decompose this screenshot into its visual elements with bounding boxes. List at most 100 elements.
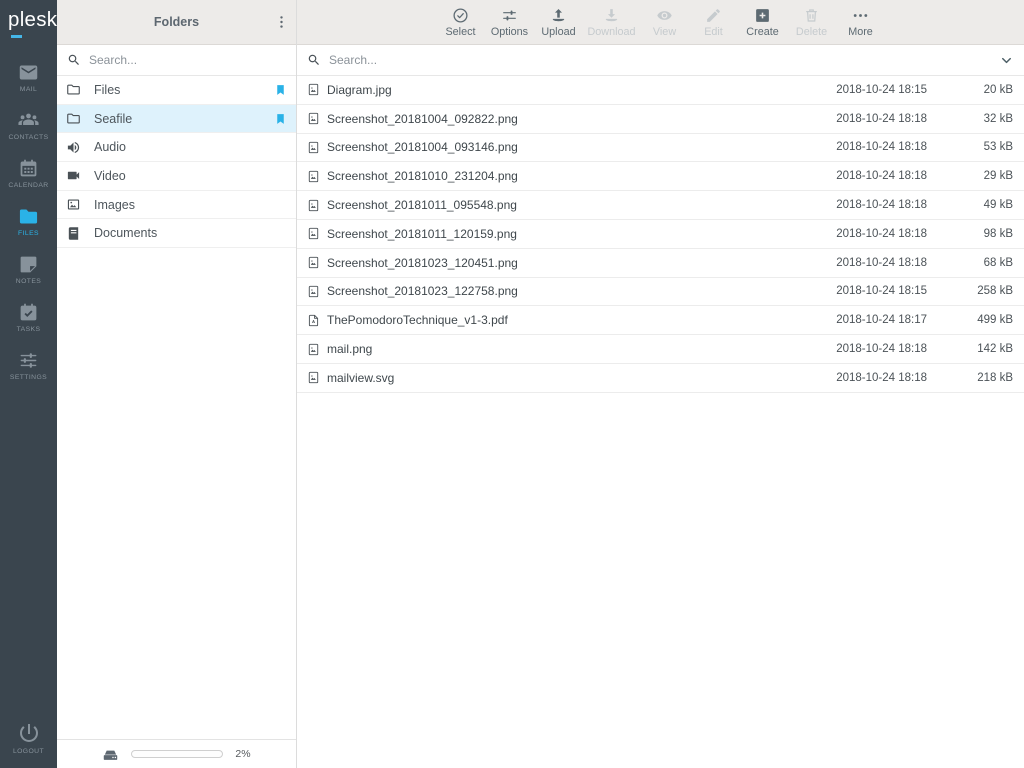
file-size: 142 kB: [927, 343, 1024, 355]
toolbar-more-button[interactable]: More: [841, 7, 881, 38]
image-file-icon: [307, 342, 320, 357]
file-row[interactable]: mail.png2018-10-24 18:18142 kB: [297, 335, 1024, 364]
folders-search-input[interactable]: [89, 53, 286, 67]
image-file-icon: [307, 111, 320, 126]
sidebar-item-calendar[interactable]: CALENDAR: [0, 149, 57, 197]
sidebar-item-tasks[interactable]: TASKS: [0, 293, 57, 341]
file-name: mail.png: [327, 342, 812, 356]
file-date: 2018-10-24 18:18: [812, 257, 927, 269]
folder-item-label: Files: [94, 83, 120, 97]
file-row[interactable]: Screenshot_20181023_120451.png2018-10-24…: [297, 249, 1024, 278]
notes-icon: [18, 254, 39, 275]
file-row[interactable]: Diagram.jpg2018-10-24 18:1520 kB: [297, 76, 1024, 105]
kebab-menu-icon[interactable]: [273, 14, 290, 31]
sidebar-item-label: SETTINGS: [10, 374, 47, 381]
toolbar-upload-button[interactable]: Upload: [538, 7, 578, 38]
image-file-icon: [307, 82, 320, 97]
toolbar-button-label: Download: [587, 26, 635, 38]
image-file-icon: [307, 284, 320, 299]
file-row[interactable]: Screenshot_20181023_122758.png2018-10-24…: [297, 278, 1024, 307]
toolbar-select-button[interactable]: Select: [440, 7, 480, 38]
folder-item-images[interactable]: Images: [57, 191, 296, 220]
sidebar-item-mail[interactable]: MAIL: [0, 53, 57, 101]
trash-icon: [803, 7, 820, 24]
file-size: 98 kB: [927, 228, 1024, 240]
folders-title: Folders: [154, 15, 199, 29]
hdd-icon: [102, 746, 119, 763]
sidebar-item-contacts[interactable]: CONTACTS: [0, 101, 57, 149]
file-row[interactable]: Screenshot_20181011_095548.png2018-10-24…: [297, 191, 1024, 220]
file-row[interactable]: Screenshot_20181011_120159.png2018-10-24…: [297, 220, 1024, 249]
chevron-down-icon[interactable]: [999, 53, 1014, 68]
plesk-app: plesk MAIL CONTACTS CALENDAR FILES NOTES TASK…: [0, 0, 1024, 768]
folder-item-label: Audio: [94, 140, 126, 154]
file-size: 68 kB: [927, 257, 1024, 269]
select-circle-icon: [452, 7, 469, 24]
files-search-input[interactable]: [329, 53, 991, 67]
toolbar-button-label: Options: [491, 26, 528, 38]
toolbar-view-button: View: [645, 7, 685, 38]
plesk-logo-underline: [11, 35, 22, 38]
file-size: 20 kB: [927, 84, 1024, 96]
folders-panel: Folders Files Seafile Audio Video Images Docu…: [57, 0, 297, 768]
tasks-icon: [18, 302, 39, 323]
toolbar-options-button[interactable]: Options: [489, 7, 529, 38]
file-date: 2018-10-24 18:18: [812, 199, 927, 211]
folder-item-documents[interactable]: Documents: [57, 219, 296, 248]
sidebar-item-label: NOTES: [16, 278, 41, 285]
logout-button[interactable]: LOGOUT: [0, 714, 57, 762]
plesk-logo-text: plesk: [8, 8, 57, 31]
folder-icon: [66, 82, 81, 97]
file-name: Screenshot_20181011_095548.png: [327, 198, 812, 212]
plesk-logo[interactable]: plesk: [0, 0, 57, 45]
sidebar-item-files[interactable]: FILES: [0, 197, 57, 245]
app-sidebar: plesk MAIL CONTACTS CALENDAR FILES NOTES TASK…: [0, 0, 57, 768]
file-size: 49 kB: [927, 199, 1024, 211]
audio-icon: [66, 140, 81, 155]
file-name: Screenshot_20181023_120451.png: [327, 256, 812, 270]
sidebar-item-notes[interactable]: NOTES: [0, 245, 57, 293]
folder-item-seafile[interactable]: Seafile: [57, 105, 296, 134]
file-row[interactable]: ThePomodoroTechnique_v1-3.pdf2018-10-24 …: [297, 306, 1024, 335]
create-icon: [754, 7, 771, 24]
folder-item-audio[interactable]: Audio: [57, 133, 296, 162]
file-date: 2018-10-24 18:15: [812, 84, 927, 96]
sidebar-item-label: CALENDAR: [8, 182, 48, 189]
file-row[interactable]: mailview.svg2018-10-24 18:18218 kB: [297, 364, 1024, 393]
toolbar-create-button[interactable]: Create: [743, 7, 783, 38]
sidebar-item-settings[interactable]: SETTINGS: [0, 341, 57, 389]
contacts-icon: [18, 110, 39, 131]
storage-percent-label: 2%: [235, 748, 250, 760]
file-row[interactable]: Screenshot_20181010_231204.png2018-10-24…: [297, 162, 1024, 191]
search-icon: [307, 53, 321, 67]
power-icon: [17, 721, 41, 745]
file-row[interactable]: Screenshot_20181004_093146.png2018-10-24…: [297, 134, 1024, 163]
video-icon: [66, 168, 81, 183]
folder-item-label: Images: [94, 198, 135, 212]
bookmark-icon[interactable]: [274, 111, 287, 127]
toolbar-button-label: View: [653, 26, 676, 38]
file-name: Screenshot_20181010_231204.png: [327, 169, 812, 183]
bookmark-icon[interactable]: [274, 82, 287, 98]
file-list: Diagram.jpg2018-10-24 18:1520 kBScreensh…: [297, 76, 1024, 393]
options-icon: [501, 7, 518, 24]
toolbar-button-label: Upload: [541, 26, 575, 38]
folder-icon: [66, 111, 81, 126]
upload-icon: [550, 7, 567, 24]
folder-item-label: Video: [94, 169, 126, 183]
folder-item-label: Documents: [94, 226, 157, 240]
storage-widget: 2%: [57, 739, 296, 768]
toolbar-button-label: More: [848, 26, 873, 38]
files-search-row: [297, 45, 1024, 76]
toolbar-delete-button: Delete: [792, 7, 832, 38]
folder-item-files[interactable]: Files: [57, 76, 296, 105]
sidebar-item-label: CONTACTS: [8, 134, 48, 141]
file-date: 2018-10-24 18:18: [812, 372, 927, 384]
toolbar-button-label: Create: [746, 26, 778, 38]
file-name: mailview.svg: [327, 371, 812, 385]
file-row[interactable]: Screenshot_20181004_092822.png2018-10-24…: [297, 105, 1024, 134]
folder-item-label: Seafile: [94, 112, 132, 126]
search-icon: [67, 53, 81, 67]
images-icon: [66, 197, 81, 212]
folder-item-video[interactable]: Video: [57, 162, 296, 191]
